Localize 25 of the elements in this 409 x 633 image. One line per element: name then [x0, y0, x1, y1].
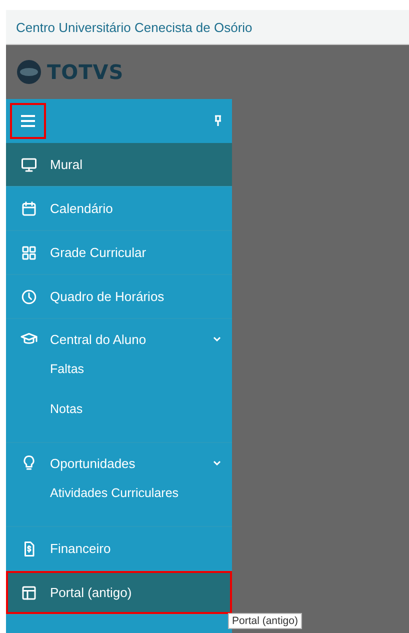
- submenu-item[interactable]: Faltas: [50, 359, 84, 379]
- globe-logo-icon: [16, 59, 42, 85]
- logo-text: TOTVS: [47, 60, 124, 84]
- tooltip: Portal (antigo): [228, 613, 302, 629]
- submenu-item[interactable]: Atividades Curriculares: [50, 483, 179, 503]
- sidebar-item[interactable]: Quadro de Horários: [6, 275, 232, 318]
- sidebar-item[interactable]: Mural: [6, 143, 232, 186]
- monitor-icon: [20, 156, 38, 174]
- grid-icon: [20, 244, 38, 262]
- calendar-icon: [20, 200, 38, 218]
- clock-icon: [20, 288, 38, 306]
- sidebar-item[interactable]: Calendário: [6, 187, 232, 230]
- menu-button[interactable]: [10, 103, 46, 139]
- submenu-item[interactable]: Notas: [50, 399, 83, 419]
- sidebar-item[interactable]: Oportunidades: [6, 443, 232, 483]
- layout-icon: [20, 584, 38, 602]
- sidebar-item[interactable]: Central do Aluno: [6, 319, 232, 359]
- menu-icon: [20, 114, 36, 128]
- institution-title: Centro Universitário Cenecista de Osório: [6, 10, 409, 45]
- chevron-down-icon[interactable]: [212, 334, 222, 344]
- pin-icon[interactable]: [214, 115, 222, 127]
- sidebar-item[interactable]: Grade Curricular: [6, 231, 232, 274]
- chevron-down-icon[interactable]: [212, 458, 222, 468]
- sidebar-item[interactable]: Portal (antigo): [6, 571, 232, 614]
- sidebar-item[interactable]: Financeiro: [6, 527, 232, 570]
